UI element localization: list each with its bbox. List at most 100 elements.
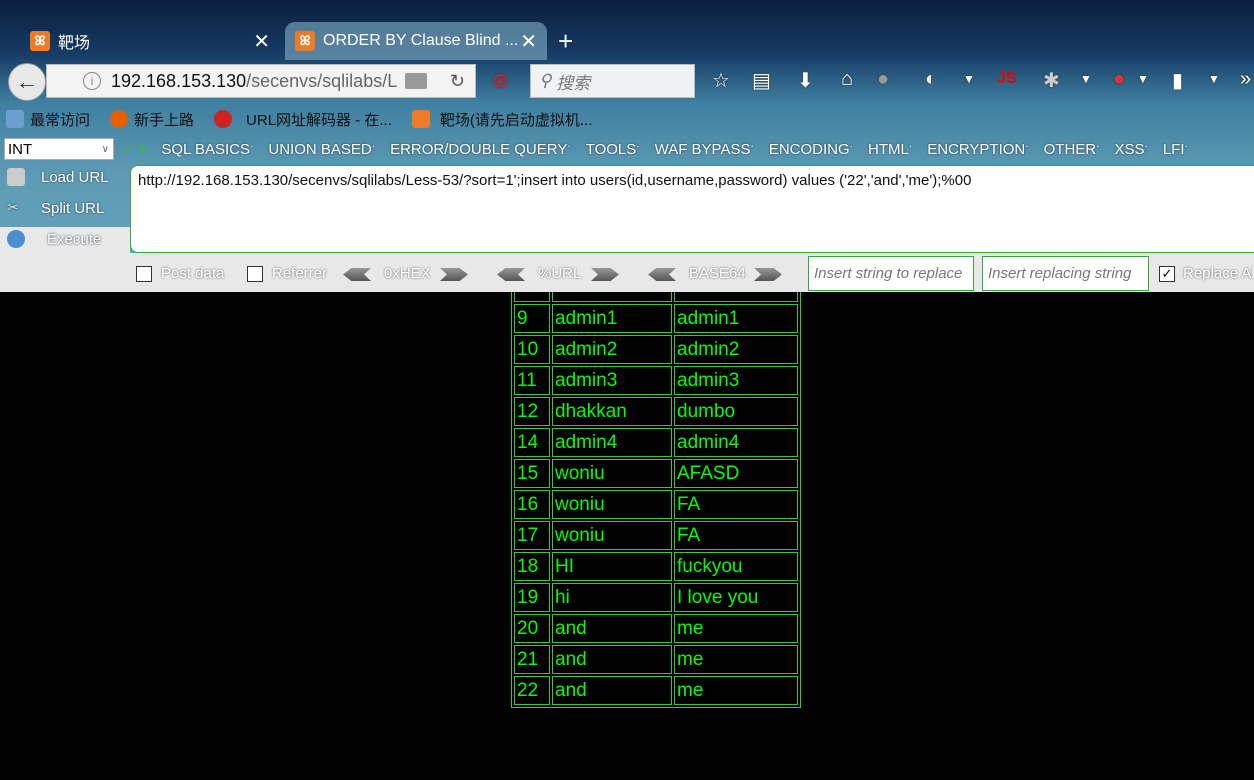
dropdown-icon[interactable]: ▼ [1080,72,1092,86]
bookmark-range[interactable]: 靶场(请先启动虚拟机... [406,109,593,130]
menu-xss[interactable]: XSS [1114,141,1147,158]
referrer-checkbox[interactable] [247,266,263,282]
url-host: 192.168.153.130 [111,70,247,91]
menu-error-double-query[interactable]: ERROR/DOUBLE QUERY [390,141,571,158]
stats-icon[interactable]: ▮ [1172,68,1183,93]
url-decode-arrow-icon[interactable] [497,268,525,281]
url-label: %URL [538,265,582,282]
home-icon[interactable]: ⌂ [841,68,853,91]
menu-lfi[interactable]: LFI [1163,141,1188,158]
url-bar[interactable]: i 192.168.153.130/secenvs/sqlilabs/L ↻ [46,64,476,98]
load-url-button[interactable]: Load URL [0,163,109,191]
bookmark-label: 靶场(请先启动虚拟机... [439,111,593,129]
cell-id: 14 [514,428,550,457]
cell-username: hi [552,583,672,612]
bookmark-getting-started[interactable]: 新手上路 [104,109,194,130]
close-tab-icon[interactable]: ✕ [520,29,537,54]
menu-union-based[interactable]: UNION BASED [268,141,375,158]
bookmark-most-visited[interactable]: 最常访问 [0,109,90,130]
close-tab-icon[interactable]: ✕ [253,29,270,54]
new-tab-button[interactable]: + [558,26,573,57]
scissors-icon: ✂ [7,199,19,215]
url-encode-arrow-icon[interactable] [591,268,619,281]
split-url-button[interactable]: ✂ Split URL [0,194,104,222]
dropdown-icon[interactable]: ▼ [963,72,975,86]
dropdown-icon[interactable]: ▼ [1208,72,1220,86]
cell-id: 12 [514,397,550,426]
decrease-icon[interactable]: − [124,141,132,157]
cell-password: admin2 [674,335,798,364]
results-table: 9 admin1 admin1 10 admin2 admin2 11 admin3 admin… [511,270,801,708]
cell-id: 11 [514,366,550,395]
table-row: 22 and me [514,676,798,705]
globe-icon[interactable]: ● [877,68,889,91]
cell-username: and [552,676,672,705]
chevron-down-icon: ∨ [101,143,109,155]
type-select[interactable]: INT ∨ [4,138,114,160]
cell-password: admin1 [674,304,798,333]
post-data-checkbox[interactable] [136,266,152,282]
tab-2[interactable]: ꕤ ORDER BY Clause Blind ... ✕ [285,22,547,60]
menu-tools[interactable]: TOOLS [586,141,640,158]
increase-icon[interactable]: + [138,141,146,157]
hex-decode-arrow-icon[interactable] [343,268,371,281]
cell-id: 22 [514,676,550,705]
server-icon[interactable] [405,73,427,89]
cell-username: dhakkan [552,397,672,426]
hex-encode-arrow-icon[interactable] [440,268,468,281]
reload-icon[interactable]: ↻ [450,71,465,92]
cell-username: HI [552,552,672,581]
cell-password: FA [674,521,798,550]
info-icon[interactable]: i [83,72,101,90]
replace-all-checkbox[interactable]: ✓ [1159,266,1175,282]
bug-icon[interactable]: ✱ [1043,68,1060,93]
url-textarea[interactable]: http://192.168.153.130/secenvs/sqlilabs/… [130,165,1254,253]
cell-id: 10 [514,335,550,364]
cell-id: 15 [514,459,550,488]
search-input[interactable]: ⚲ 搜索 [530,64,695,98]
browser-chrome: ꕤ 靶场 ✕ ꕤ ORDER BY Clause Blind ... ✕ + i… [0,0,1254,292]
cookie-icon[interactable]: ◐ [925,68,937,91]
replace-from-input[interactable]: Insert string to replace [808,256,974,291]
back-button[interactable]: ← [8,63,46,101]
referrer-label: Referrer [272,265,328,282]
cell-password: FA [674,490,798,519]
menu-icon[interactable]: » [1240,68,1251,91]
table-row: 12 dhakkan dumbo [514,397,798,426]
search-placeholder: 搜索 [556,73,591,93]
blocked-icon[interactable]: ⊘ [492,68,509,93]
table-row: 18 HI fuckyou [514,552,798,581]
reading-list-icon[interactable]: ▤ [752,68,771,93]
firefox-icon [110,110,129,128]
cell-id: 18 [514,552,550,581]
menu-html[interactable]: HTML [868,141,912,158]
replace-from-placeholder: Insert string to replace [814,265,963,282]
tab-1[interactable]: ꕤ 靶场 ✕ [30,22,280,60]
cell-password: AFASD [674,459,798,488]
replace-to-input[interactable]: Insert replacing string [982,256,1149,291]
base64-decode-arrow-icon[interactable] [648,268,676,281]
star-icon[interactable]: ☆ [712,68,730,93]
menu-other[interactable]: OTHER [1044,141,1100,158]
hex-label: 0xHEX [384,265,431,282]
table-row: 11 admin3 admin3 [514,366,798,395]
url-path: /secenvs/sqlilabs/L [246,70,398,91]
execute-button[interactable]: Execute [0,225,101,253]
menu-sql-basics[interactable]: SQL BASICS [161,141,253,158]
menu-encoding[interactable]: ENCODING [769,141,853,158]
post-data-label: Post data [161,265,225,282]
menu-encryption[interactable]: ENCRYPTION [927,141,1028,158]
hackbar-icon[interactable]: ● [1113,68,1125,91]
download-icon[interactable]: ⬇ [797,68,814,93]
bookmark-url-decoder[interactable]: URL网址解码器 - 在... [208,109,392,130]
cell-id: 20 [514,614,550,643]
dropdown-icon[interactable]: ▼ [1137,72,1149,86]
menu-waf-bypass[interactable]: WAF BYPASS [655,141,754,158]
cell-password: me [674,614,798,643]
bookmarks-bar: 最常访问 新手上路 URL网址解码器 - 在... 靶场(请先启动虚拟机... [0,106,606,132]
js-icon[interactable]: JS [997,70,1017,88]
replace-all-label: Replace All [1183,265,1254,282]
bookmark-label: URL网址解码器 - 在... [246,111,392,129]
base64-encode-arrow-icon[interactable] [754,268,782,281]
tab-title: ORDER BY Clause Blind ... [323,32,519,49]
